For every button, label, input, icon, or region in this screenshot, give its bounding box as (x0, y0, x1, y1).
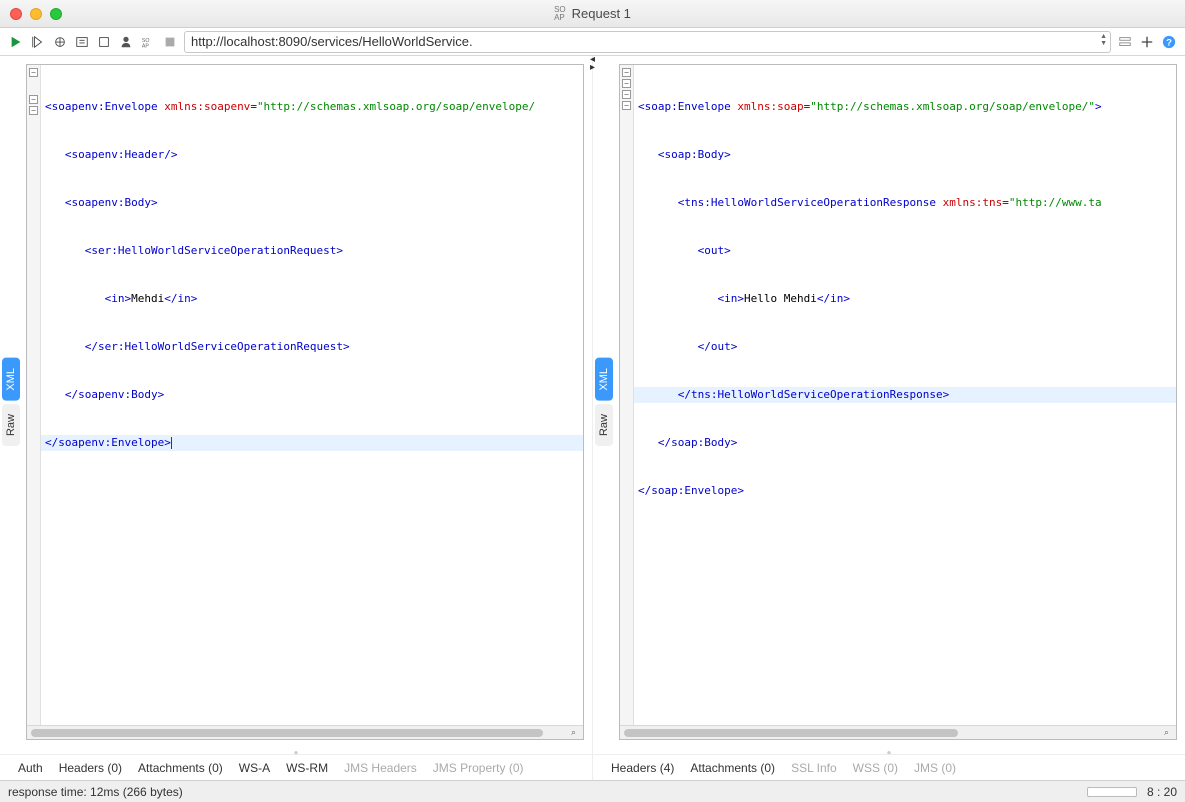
response-side-tabs: XML Raw (593, 56, 615, 748)
svg-text:AP: AP (142, 43, 150, 49)
toolbar-button-4[interactable] (74, 34, 90, 50)
tab-resp-attachments[interactable]: Attachments (0) (690, 761, 775, 775)
request-code[interactable]: <soapenv:Envelope xmlns:soapenv="http://… (41, 65, 583, 725)
tab-resp-wss[interactable]: WSS (0) (853, 761, 898, 775)
fold-icon[interactable]: − (29, 95, 38, 104)
fold-icon[interactable]: − (29, 68, 38, 77)
response-editor[interactable]: − − − − <soap:Envelope xmlns:soap="http:… (619, 64, 1177, 740)
help-button[interactable]: ? (1161, 34, 1177, 50)
fold-icon[interactable]: − (622, 79, 631, 88)
status-cursor-position: 8 : 20 (1147, 785, 1177, 799)
response-raw-tab[interactable]: Raw (595, 404, 613, 446)
response-gutter[interactable]: − − − − (620, 65, 634, 725)
titlebar: SOAP Request 1 (0, 0, 1185, 28)
add-to-testcase-button[interactable] (30, 34, 46, 50)
soap-icon: SOAP (554, 6, 566, 22)
response-pane: XML Raw − − − − <soap:Envelope xmlns:soa… (593, 56, 1185, 780)
tab-resp-headers[interactable]: Headers (4) (611, 761, 674, 775)
request-hscrollbar[interactable] (27, 725, 583, 739)
tab-wsa[interactable]: WS-A (239, 761, 270, 775)
tab-attachments[interactable]: Attachments (0) (138, 761, 223, 775)
tab-resp-jms[interactable]: JMS (0) (914, 761, 956, 775)
url-dropdown-button[interactable]: ▲▼ (1100, 33, 1107, 47)
response-hscrollbar[interactable] (620, 725, 1176, 739)
response-xml-tab[interactable]: XML (595, 358, 613, 401)
text-cursor (171, 437, 172, 449)
fold-icon[interactable]: − (29, 106, 38, 115)
statusbar: response time: 12ms (266 bytes) 8 : 20 (0, 780, 1185, 802)
toolbar-button-8[interactable] (162, 34, 178, 50)
content-area: XML Raw − − − <soapenv:Envelope xmlns:so… (0, 56, 1185, 780)
request-bottom-tabs: Auth Headers (0) Attachments (0) WS-A WS… (0, 754, 592, 780)
toolbar-button-right-1[interactable] (1117, 34, 1133, 50)
tab-auth[interactable]: Auth (18, 761, 43, 775)
search-icon[interactable]: ⌕ (1164, 727, 1174, 737)
svg-text:?: ? (1166, 37, 1172, 48)
submit-request-button[interactable] (8, 34, 24, 50)
request-xml-tab[interactable]: XML (2, 358, 20, 401)
fold-icon[interactable]: − (622, 90, 631, 99)
window-title: SOAP Request 1 (0, 6, 1185, 22)
search-icon[interactable]: ⌕ (571, 727, 581, 737)
tab-headers[interactable]: Headers (0) (59, 761, 122, 775)
request-raw-tab[interactable]: Raw (2, 404, 20, 446)
response-bottom-tabs: Headers (4) Attachments (0) SSL Info WSS… (593, 754, 1185, 780)
fold-icon[interactable]: − (622, 101, 631, 110)
tab-jms-property[interactable]: JMS Property (0) (433, 761, 524, 775)
tab-resp-ssl[interactable]: SSL Info (791, 761, 837, 775)
response-code[interactable]: <soap:Envelope xmlns:soap="http://schema… (634, 65, 1176, 725)
endpoint-url-input[interactable] (184, 31, 1111, 53)
status-response-time: response time: 12ms (266 bytes) (8, 785, 183, 799)
progress-indicator (1087, 787, 1137, 797)
toolbar: SOAP ▲▼ ? (0, 28, 1185, 56)
request-editor[interactable]: − − − <soapenv:Envelope xmlns:soapenv="h… (26, 64, 584, 740)
tab-wsrm[interactable]: WS-RM (286, 761, 328, 775)
window-title-text: Request 1 (572, 6, 631, 21)
request-side-tabs: XML Raw (0, 56, 22, 748)
toolbar-button-3[interactable] (52, 34, 68, 50)
toolbar-button-right-2[interactable] (1139, 34, 1155, 50)
toolbar-button-7[interactable]: SOAP (140, 34, 156, 50)
tab-jms-headers[interactable]: JMS Headers (344, 761, 417, 775)
request-gutter[interactable]: − − − (27, 65, 41, 725)
fold-icon[interactable]: − (622, 68, 631, 77)
request-pane: XML Raw − − − <soapenv:Envelope xmlns:so… (0, 56, 593, 780)
toolbar-button-6[interactable] (118, 34, 134, 50)
toolbar-button-5[interactable] (96, 34, 112, 50)
